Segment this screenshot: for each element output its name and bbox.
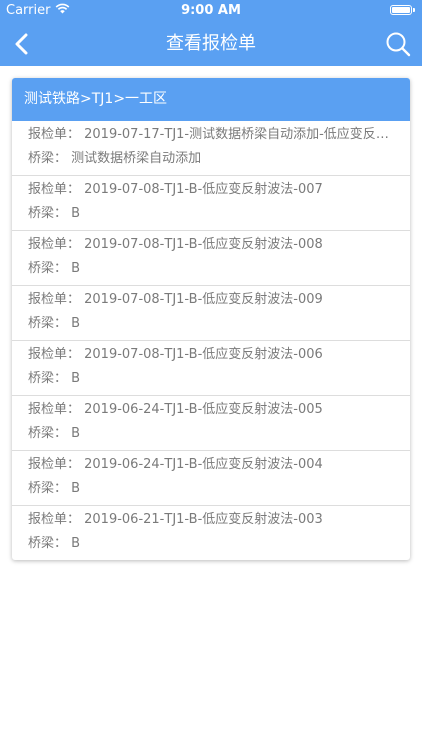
search-button[interactable] <box>380 26 416 62</box>
report-no: 报检单： 2019-06-24-TJ1-B-低应变反射波法-005 <box>28 402 323 417</box>
report-no: 报检单： 2019-06-21-TJ1-B-低应变反射波法-003 <box>28 512 323 527</box>
list-item[interactable]: 报检单： 2019-07-08-TJ1-B-低应变反射波法-008 桥梁： B <box>12 231 410 286</box>
bridge-name: 桥梁： B <box>28 426 81 441</box>
inspection-list-card: 测试铁路>TJ1>一工区 报检单： 2019-07-17-TJ1-测试数据桥梁自… <box>12 78 410 560</box>
bridge-name: 桥梁： B <box>28 261 81 276</box>
list-item[interactable]: 报检单： 2019-07-17-TJ1-测试数据桥梁自动添加-低应变反射波法-0… <box>12 121 410 176</box>
list-item[interactable]: 报检单： 2019-06-24-TJ1-B-低应变反射波法-005 桥梁： B <box>12 396 410 451</box>
bridge-name: 桥梁： 测试数据桥梁自动添加 <box>28 151 202 166</box>
battery-fill <box>392 7 410 13</box>
report-no: 报检单： 2019-07-17-TJ1-测试数据桥梁自动添加-低应变反射波法-0… <box>28 127 398 142</box>
battery-icon <box>390 5 415 15</box>
list-item[interactable]: 报检单： 2019-07-08-TJ1-B-低应变反射波法-006 桥梁： B <box>12 341 410 396</box>
search-icon <box>386 32 411 57</box>
card-header-breadcrumb: 测试铁路>TJ1>一工区 <box>12 78 410 121</box>
report-no: 报检单： 2019-07-08-TJ1-B-低应变反射波法-009 <box>28 292 323 307</box>
list-item[interactable]: 报检单： 2019-06-24-TJ1-B-低应变反射波法-004 桥梁： B <box>12 451 410 506</box>
report-no: 报检单： 2019-07-08-TJ1-B-低应变反射波法-008 <box>28 237 323 252</box>
bridge-name: 桥梁： B <box>28 206 81 221</box>
bridge-name: 桥梁： B <box>28 316 81 331</box>
bridge-name: 桥梁： B <box>28 481 81 496</box>
list-item[interactable]: 报检单： 2019-07-08-TJ1-B-低应变反射波法-007 桥梁： B <box>12 176 410 231</box>
report-no: 报检单： 2019-07-08-TJ1-B-低应变反射波法-006 <box>28 347 323 362</box>
status-time: 9:00 AM <box>181 3 241 18</box>
page-title: 查看报检单 <box>166 33 256 54</box>
navigation-bar: 查看报检单 <box>0 22 422 66</box>
bridge-name: 桥梁： B <box>28 536 81 551</box>
report-no: 报检单： 2019-06-24-TJ1-B-低应变反射波法-004 <box>28 457 323 472</box>
status-bar: Carrier 9:00 AM <box>0 0 422 22</box>
list-item[interactable]: 报检单： 2019-07-08-TJ1-B-低应变反射波法-009 桥梁： B <box>12 286 410 341</box>
report-no: 报检单： 2019-07-08-TJ1-B-低应变反射波法-007 <box>28 182 323 197</box>
list-item[interactable]: 报检单： 2019-06-21-TJ1-B-低应变反射波法-003 桥梁： B <box>12 506 410 560</box>
bridge-name: 桥梁： B <box>28 371 81 386</box>
